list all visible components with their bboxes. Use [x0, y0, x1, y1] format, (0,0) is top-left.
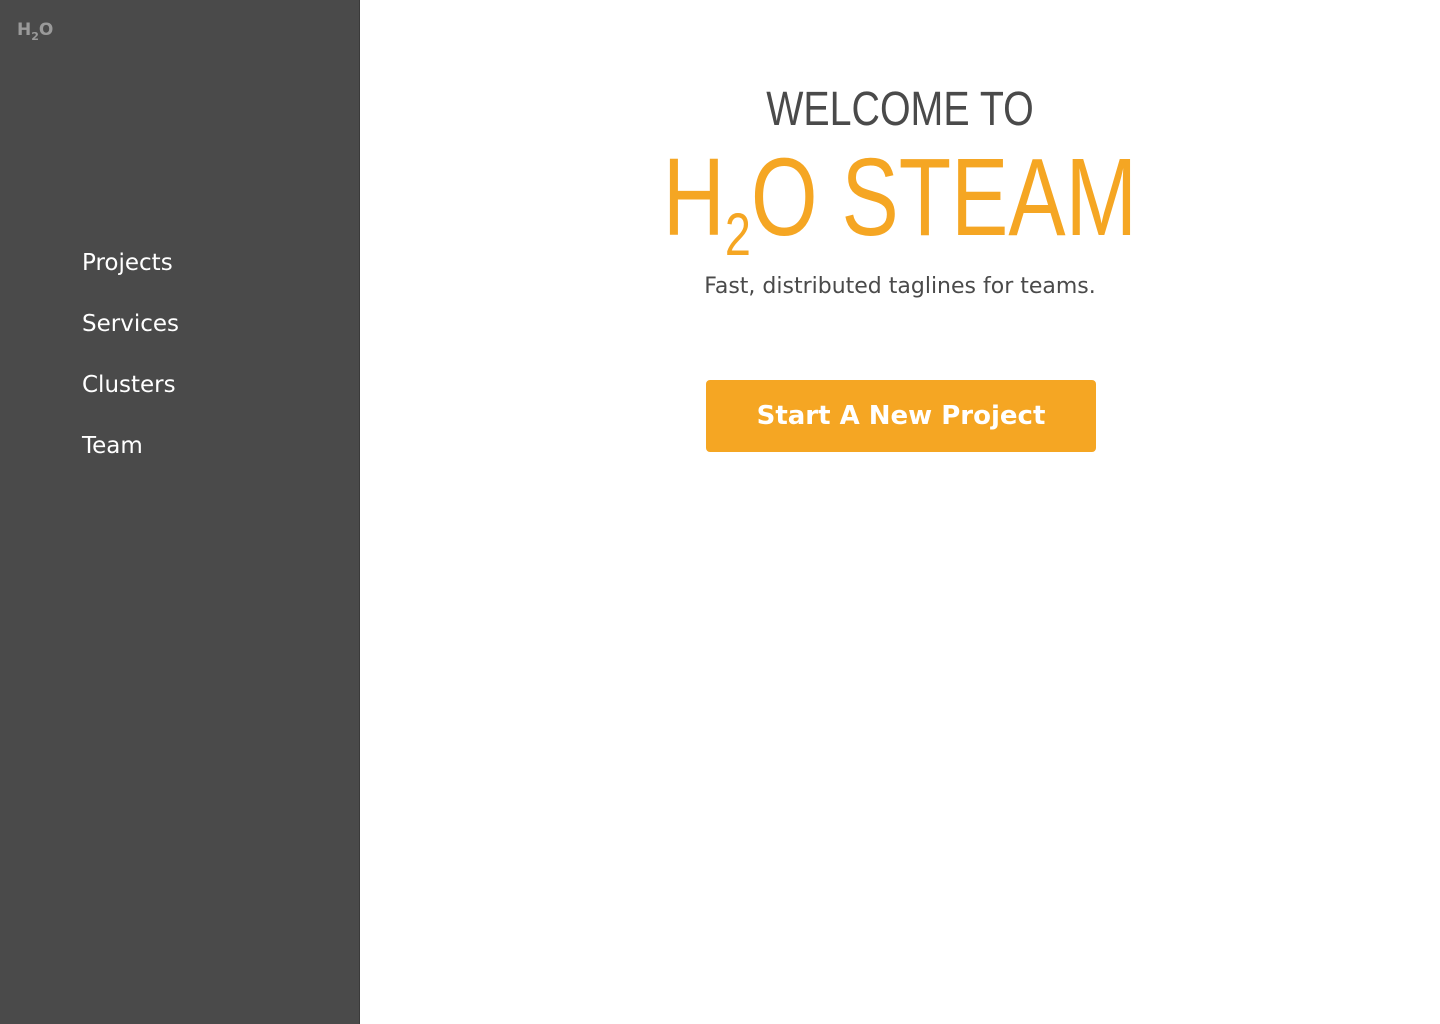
product-title-prefix: H: [662, 136, 725, 259]
logo-subscript: 2: [31, 30, 39, 43]
app-window: H2O Projects Services Clusters Team WELC…: [0, 0, 1440, 1024]
product-title-suffix: O STEAM: [750, 136, 1138, 259]
welcome-heading: WELCOME TO: [766, 83, 1034, 136]
logo-letter-h: H: [17, 20, 32, 40]
h2o-logo[interactable]: H2O: [17, 20, 54, 43]
start-new-project-button[interactable]: Start A New Project: [706, 380, 1096, 452]
logo-letter-o: O: [38, 20, 54, 40]
sidebar-nav: Projects Services Clusters Team: [82, 245, 179, 489]
tagline: Fast, distributed taglines for teams.: [704, 274, 1096, 299]
product-title-subscript: 2: [724, 201, 751, 268]
sidebar-item-projects[interactable]: Projects: [82, 245, 179, 306]
sidebar-item-clusters[interactable]: Clusters: [82, 367, 179, 428]
sidebar-item-team[interactable]: Team: [82, 428, 179, 489]
sidebar-item-services[interactable]: Services: [82, 306, 179, 367]
main-content: WELCOME TO H2O STEAM Fast, distributed t…: [360, 0, 1440, 1024]
product-title: H2O STEAM: [479, 138, 1321, 275]
sidebar: H2O Projects Services Clusters Team: [0, 0, 360, 1024]
